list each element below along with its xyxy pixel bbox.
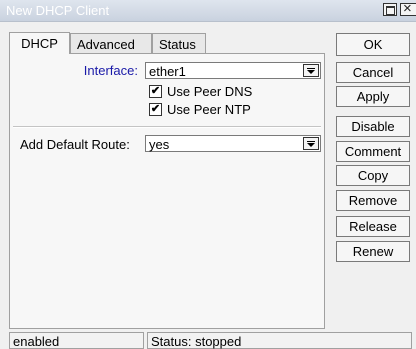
- add-default-route-label: Add Default Route:: [20, 137, 130, 152]
- ok-button[interactable]: OK: [336, 33, 410, 56]
- interface-value: ether1: [149, 64, 186, 79]
- apply-button[interactable]: Apply: [336, 86, 410, 107]
- dhcp-client-window: New DHCP Client DHCP Advanced Status Int…: [0, 0, 416, 349]
- disable-button[interactable]: Disable: [336, 116, 410, 137]
- remove-button[interactable]: Remove: [336, 190, 410, 211]
- divider: [13, 126, 321, 128]
- release-button[interactable]: Release: [336, 216, 410, 237]
- run-status: Status: stopped: [147, 332, 412, 349]
- checkbox-checked-icon[interactable]: ✔: [149, 103, 162, 116]
- status-bar: enabled Status: stopped: [0, 332, 416, 349]
- tab-advanced[interactable]: Advanced: [70, 33, 152, 53]
- checkbox-checked-icon[interactable]: ✔: [149, 85, 162, 98]
- renew-button[interactable]: Renew: [336, 241, 410, 262]
- dhcp-tab-panel: Interface: ether1 ✔ Use Peer DNS ✔ Use P…: [9, 53, 325, 329]
- copy-button[interactable]: Copy: [336, 165, 410, 186]
- interface-label: Interface:: [83, 63, 138, 78]
- comment-button[interactable]: Comment: [336, 141, 410, 162]
- use-peer-ntp-label: Use Peer NTP: [167, 102, 251, 117]
- window-title: New DHCP Client: [6, 3, 110, 18]
- dropdown-arrow-icon[interactable]: [303, 64, 319, 77]
- interface-select[interactable]: ether1: [145, 62, 321, 79]
- use-peer-dns-label: Use Peer DNS: [167, 84, 253, 99]
- title-bar[interactable]: New DHCP Client: [0, 0, 416, 22]
- cancel-button[interactable]: Cancel: [336, 62, 410, 83]
- enabled-status: enabled: [9, 332, 144, 349]
- tab-dhcp[interactable]: DHCP: [9, 32, 70, 54]
- maximize-icon[interactable]: [383, 3, 397, 16]
- dropdown-arrow-icon[interactable]: [303, 137, 319, 150]
- close-icon[interactable]: [400, 1, 416, 17]
- add-default-route-value: yes: [149, 137, 170, 152]
- tab-status[interactable]: Status: [152, 33, 206, 53]
- add-default-route-select[interactable]: yes: [145, 135, 321, 152]
